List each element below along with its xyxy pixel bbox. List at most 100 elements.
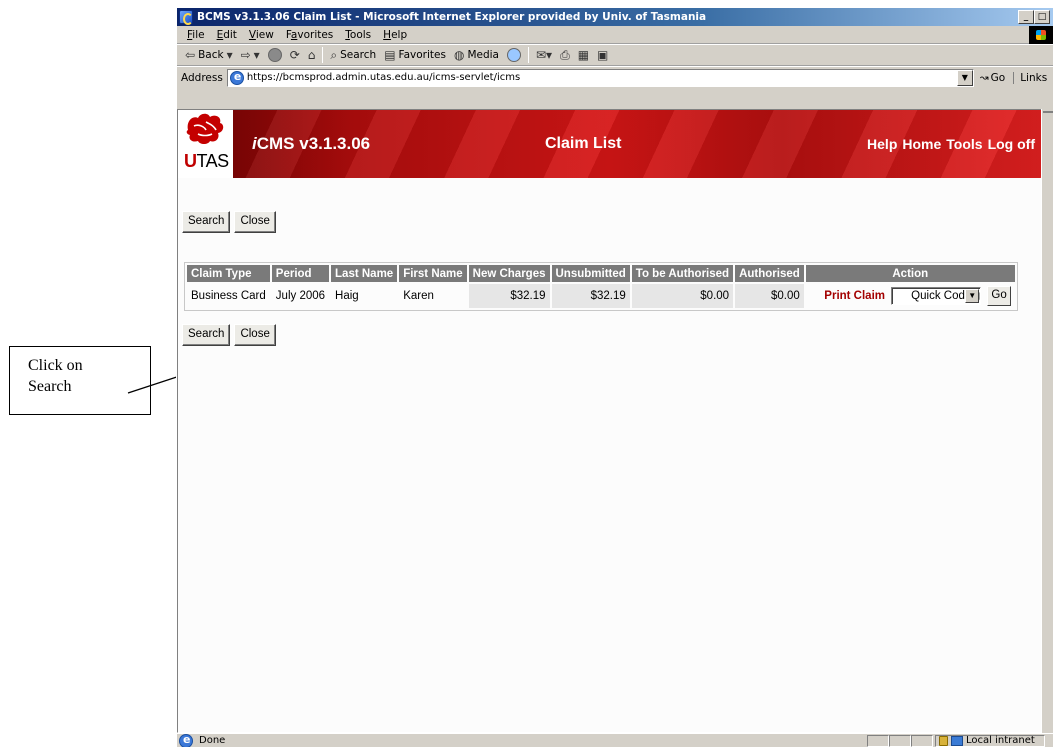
col-authorised: Authorised — [735, 265, 804, 282]
lock-icon — [939, 735, 948, 746]
utas-wordmark: UTAS — [184, 151, 229, 171]
back-button[interactable]: ⇦ Back ▾ — [181, 48, 237, 62]
menu-file[interactable]: File — [181, 29, 211, 41]
search-toolbar-button[interactable]: ⌕ Search — [326, 48, 380, 63]
print-claim-link[interactable]: Print Claim — [824, 290, 885, 302]
bottom-button-row: Search Close — [182, 324, 276, 346]
table-row: Business Card July 2006 Haig Karen $32.1… — [187, 284, 1015, 308]
address-url: https://bcmsprod.admin.utas.edu.au/icms-… — [246, 72, 521, 83]
lion-emblem-icon — [186, 113, 224, 144]
refresh-button[interactable]: ⟳ — [286, 48, 304, 62]
address-dropdown-icon[interactable]: ▼ — [956, 69, 973, 86]
cell-claim-type: Business Card — [191, 290, 266, 302]
maximize-button[interactable]: □ — [1034, 10, 1050, 24]
favorites-toolbar-button[interactable]: ▤ Favorites — [380, 48, 450, 62]
action-select[interactable]: Quick Coding ▼ — [891, 287, 982, 305]
col-last-name: Last Name — [331, 265, 398, 282]
print-button[interactable]: ⎙ — [556, 48, 574, 63]
vertical-scrollbar[interactable] — [1041, 109, 1053, 733]
edit-icon: ▦ — [577, 48, 590, 62]
cell-unsubmitted: $32.19 — [551, 284, 630, 308]
printer-icon: ⎙ — [560, 47, 570, 62]
history-icon — [507, 48, 521, 62]
select-dropdown-icon: ▼ — [965, 289, 980, 303]
search-button-top[interactable]: Search — [182, 211, 231, 233]
top-nav: Help Home Tools Log off — [867, 136, 1035, 152]
logoff-link[interactable]: Log off — [988, 136, 1035, 152]
menu-bar: File Edit View Favorites Tools Help — [177, 26, 1053, 44]
home-icon: ⌂ — [307, 48, 316, 62]
go-button[interactable]: ↝ Go — [980, 72, 1005, 84]
close-button-top[interactable]: Close — [234, 211, 276, 233]
menu-favorites[interactable]: Favorites — [280, 29, 339, 41]
app-banner: UTAS iCMS v3.1.3.06 Claim List Help Home… — [178, 110, 1041, 178]
menu-help[interactable]: Help — [377, 29, 413, 41]
tools-link[interactable]: Tools — [946, 136, 982, 152]
cell-first-name: Karen — [403, 290, 434, 302]
address-bar: Address https://bcmsprod.admin.utas.edu.… — [177, 66, 1053, 88]
menu-tools[interactable]: Tools — [339, 29, 377, 41]
status-bar: Done Local intranet — [177, 733, 1053, 747]
search-button-bottom[interactable]: Search — [182, 324, 231, 346]
forward-arrow-icon: ⇨ — [240, 48, 251, 62]
discuss-button[interactable]: ▣ — [593, 48, 612, 62]
zone-label: Local intranet — [966, 735, 1035, 746]
go-arrow-icon: ↝ — [979, 71, 989, 84]
col-first-name: First Name — [399, 265, 467, 282]
security-zone: Local intranet — [935, 734, 1045, 747]
help-link[interactable]: Help — [867, 136, 897, 152]
mail-icon: ✉▾ — [536, 48, 553, 62]
cell-period: July 2006 — [275, 290, 326, 302]
table-header-row: Claim Type Period Last Name First Name N… — [187, 265, 1015, 282]
utas-logo: UTAS — [178, 110, 233, 178]
stop-button[interactable] — [264, 48, 286, 62]
title-bar: BCMS v3.1.3.06 Claim List - Microsoft In… — [177, 8, 1053, 26]
col-period: Period — [271, 265, 330, 282]
links-button[interactable]: Links — [1013, 71, 1047, 84]
col-claim-type: Claim Type — [187, 265, 270, 282]
col-to-be-authorised: To be Authorised — [631, 265, 734, 282]
instruction-callout: Click on Search — [9, 346, 151, 415]
back-arrow-icon: ⇦ — [185, 48, 196, 62]
address-label: Address — [181, 71, 223, 84]
ie-icon — [179, 10, 193, 25]
edit-button[interactable]: ▦ — [574, 48, 593, 62]
forward-button[interactable]: ⇨ ▾ — [237, 48, 264, 62]
close-button-bottom[interactable]: Close — [234, 324, 276, 346]
status-page-icon — [179, 733, 193, 747]
cell-last-name: Haig — [335, 290, 359, 302]
menu-edit[interactable]: Edit — [211, 29, 243, 41]
minimize-button[interactable]: _ — [1018, 10, 1034, 24]
cell-new-charges: $32.19 — [468, 284, 550, 308]
home-button[interactable]: ⌂ — [304, 48, 320, 62]
page-icon — [229, 70, 244, 85]
media-icon: ◍ — [453, 48, 465, 62]
menu-view[interactable]: View — [243, 29, 280, 41]
history-button[interactable] — [503, 48, 525, 62]
cell-action: Print Claim Quick Coding ▼ Go — [806, 284, 1015, 308]
action-go-button[interactable]: Go — [987, 286, 1011, 306]
callout-line-2: Search — [28, 378, 72, 395]
refresh-icon: ⟳ — [289, 48, 300, 62]
cell-authorised: $0.00 — [735, 284, 804, 308]
home-link[interactable]: Home — [902, 136, 941, 152]
dropdown-icon: ▾ — [226, 48, 233, 62]
app-title: iCMS v3.1.3.06 — [252, 134, 371, 153]
status-text: Done — [199, 735, 226, 746]
col-new-charges: New Charges — [468, 265, 550, 282]
claims-table: Claim Type Period Last Name First Name N… — [184, 262, 1018, 311]
cell-to-be-authorised: $0.00 — [631, 284, 734, 308]
callout-line-1: Click on — [28, 357, 83, 374]
address-input[interactable]: https://bcmsprod.admin.utas.edu.au/icms-… — [226, 68, 974, 87]
mail-button[interactable]: ✉▾ — [532, 48, 556, 62]
col-unsubmitted: Unsubmitted — [551, 265, 630, 282]
col-action: Action — [805, 265, 1015, 282]
page-viewport: UTAS iCMS v3.1.3.06 Claim List Help Home… — [177, 109, 1042, 733]
top-button-row: Search Close — [182, 211, 276, 233]
intranet-icon — [951, 735, 963, 746]
window-title: BCMS v3.1.3.06 Claim List - Microsoft In… — [197, 11, 707, 23]
favorites-icon: ▤ — [384, 48, 396, 62]
media-toolbar-button[interactable]: ◍ Media — [450, 48, 503, 62]
magnifier-icon: ⌕ — [330, 47, 338, 62]
stop-icon — [267, 48, 282, 62]
